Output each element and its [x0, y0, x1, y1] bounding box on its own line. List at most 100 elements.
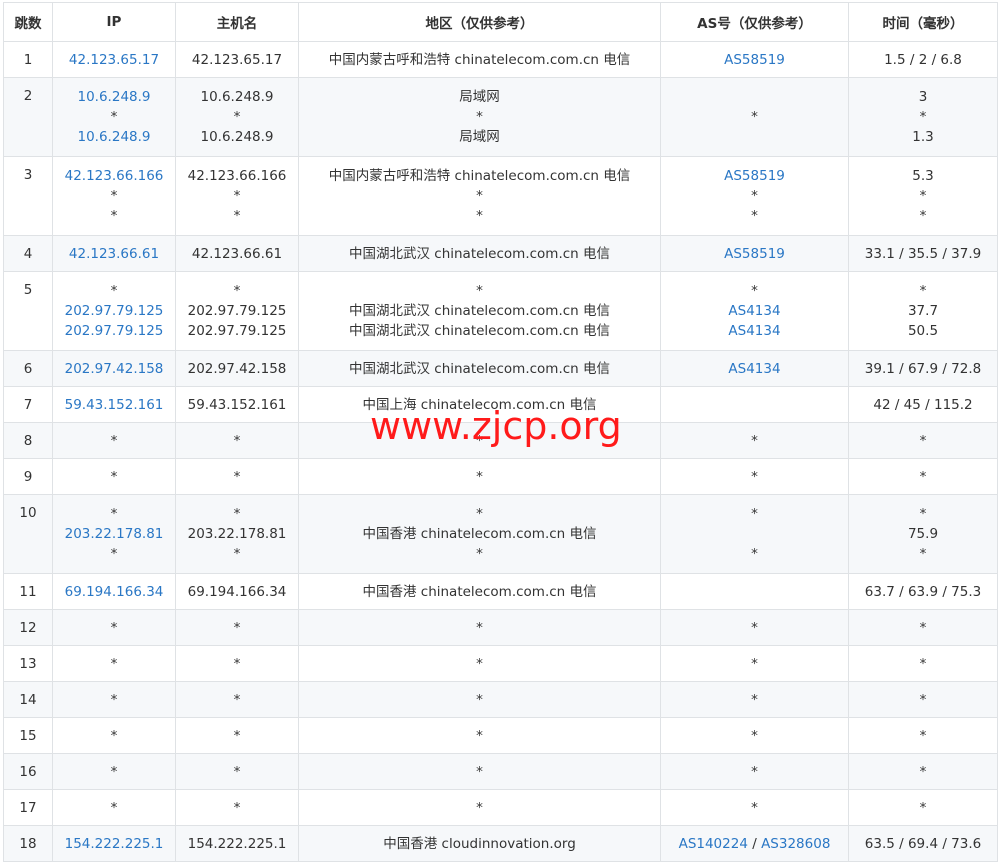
as-link[interactable]: AS4134: [728, 361, 780, 377]
region-text: *: [476, 727, 483, 744]
region-text: 局域网: [459, 129, 500, 145]
as-link[interactable]: AS140224: [679, 836, 748, 852]
region-text: *: [476, 109, 483, 125]
ip-text: *: [110, 506, 118, 522]
as-cell: *: [660, 753, 849, 790]
region-text: *: [476, 188, 483, 204]
time-text: 39.1 / 67.9 / 72.8: [864, 360, 982, 377]
hostname-cell: 42.123.66.61: [175, 235, 299, 272]
hostname-text: 202.97.79.125: [187, 323, 287, 339]
as-link[interactable]: AS58519: [724, 246, 785, 262]
ip-link[interactable]: 154.222.225.1: [55, 834, 173, 854]
region-cell: * 中国香港 chinatelecom.com.cn 电信 *: [298, 494, 661, 574]
table-row: 2 10.6.248.9 * 10.6.248.9 10.6.248.9 * 10.6.24…: [3, 77, 998, 157]
traceroute-page: 跳数 IP 主机名 地区（仅供参考） AS号（仅供参考） 时间（毫秒） 1 42.…: [0, 0, 1000, 862]
table-row: 7 59.43.152.161 59.43.152.161 中国上海 chinatel…: [3, 386, 998, 423]
ip-link[interactable]: 59.43.152.161: [55, 395, 173, 415]
header-ip: IP: [52, 2, 176, 42]
time-cell: 5.3 * *: [848, 156, 998, 236]
as-line: *: [663, 726, 846, 746]
time-text: *: [919, 283, 927, 299]
time-cell: 39.1 / 67.9 / 72.8: [848, 350, 998, 387]
table-row: 14 * * * * *: [3, 681, 998, 718]
region-cell: *: [298, 681, 661, 718]
as-link[interactable]: AS58519: [724, 168, 785, 184]
time-cell: *: [848, 717, 998, 754]
as-cell: *: [660, 789, 849, 826]
ip-text: *: [110, 109, 118, 125]
table-row: 5 * 202.97.79.125 202.97.79.125 * 202.97.79.1…: [3, 271, 998, 351]
hop-cell: 10: [3, 494, 53, 574]
as-line: *: [663, 107, 846, 127]
hop-cell: 2: [3, 77, 53, 157]
hostname-text: 10.6.248.9: [200, 129, 274, 145]
as-text: *: [751, 506, 758, 522]
table-row: 16 * * * * *: [3, 753, 998, 790]
hostname-text: *: [233, 188, 241, 204]
time-cell: *: [848, 681, 998, 718]
hop-cell: 7: [3, 386, 53, 423]
region-text: *: [476, 506, 483, 522]
as-line: [663, 582, 846, 602]
as-line: *: [663, 467, 846, 487]
as-link[interactable]: AS4134: [728, 303, 780, 319]
hop-cell: 12: [3, 609, 53, 646]
region-text: *: [476, 763, 483, 780]
ip-link[interactable]: 42.123.66.61: [55, 244, 173, 264]
ip-link[interactable]: 10.6.248.9: [55, 87, 173, 107]
time-text: *: [919, 655, 927, 672]
hostname-text: *: [233, 727, 241, 744]
hostname-cell: 154.222.225.1: [175, 825, 299, 862]
ip-link[interactable]: 69.194.166.34: [55, 582, 173, 602]
time-text: 37.7: [907, 303, 939, 319]
as-text: *: [751, 546, 758, 562]
hostname-cell: *: [175, 717, 299, 754]
hostname-text: 203.22.178.81: [187, 526, 287, 542]
as-link[interactable]: AS4134: [728, 323, 780, 339]
region-cell: *: [298, 789, 661, 826]
region-text: 中国内蒙古呼和浩特 chinatelecom.com.cn 电信: [328, 168, 631, 184]
as-cell: AS58519: [660, 235, 849, 272]
hostname-text: 42.123.66.61: [191, 245, 283, 262]
as-text: *: [751, 727, 758, 744]
region-cell: *: [298, 717, 661, 754]
ip-link[interactable]: 202.97.79.125: [55, 301, 173, 321]
as-link[interactable]: AS328608: [761, 836, 830, 852]
hostname-cell: 202.97.42.158: [175, 350, 299, 387]
hostname-text: 154.222.225.1: [187, 835, 287, 852]
as-text: *: [751, 619, 758, 636]
table-row: 3 42.123.66.166 * * 42.123.66.166 * * 中国内蒙古呼和浩特…: [3, 156, 998, 236]
ip-link[interactable]: 42.123.66.166: [55, 166, 173, 186]
hostname-text: *: [233, 619, 241, 636]
region-text: 中国香港 chinatelecom.com.cn 电信: [362, 526, 597, 542]
ip-link[interactable]: 203.22.178.81: [55, 524, 173, 544]
time-text: *: [919, 727, 927, 744]
hop-cell: 8: [3, 422, 53, 459]
ip-link[interactable]: 10.6.248.9: [55, 127, 173, 147]
region-text: *: [476, 283, 483, 299]
time-cell: *: [848, 789, 998, 826]
hostname-text: 42.123.65.17: [191, 51, 283, 68]
as-text: *: [751, 799, 758, 816]
hostname-cell: * 202.97.79.125 202.97.79.125: [175, 271, 299, 351]
as-line: *: [663, 504, 846, 524]
ip-link[interactable]: 202.97.79.125: [55, 321, 173, 341]
region-text: *: [476, 799, 483, 816]
ip-cell: 10.6.248.9 * 10.6.248.9: [52, 77, 176, 157]
time-cell: 63.5 / 69.4 / 73.6: [848, 825, 998, 862]
ip-link[interactable]: 42.123.65.17: [55, 50, 173, 70]
as-cell: *: [660, 422, 849, 459]
ip-text: *: [110, 799, 118, 816]
as-text: *: [751, 188, 758, 204]
hostname-text: *: [233, 208, 241, 224]
as-line: *: [663, 618, 846, 638]
ip-link[interactable]: 202.97.42.158: [55, 359, 173, 379]
as-link[interactable]: AS58519: [724, 52, 785, 68]
region-cell: 中国香港 chinatelecom.com.cn 电信: [298, 573, 661, 610]
hostname-text: *: [233, 691, 241, 708]
time-text: 5.3: [912, 168, 934, 184]
as-line: AS58519: [663, 166, 846, 186]
ip-cell: * 203.22.178.81 *: [52, 494, 176, 574]
as-cell: [660, 386, 849, 423]
as-line: *: [663, 762, 846, 782]
